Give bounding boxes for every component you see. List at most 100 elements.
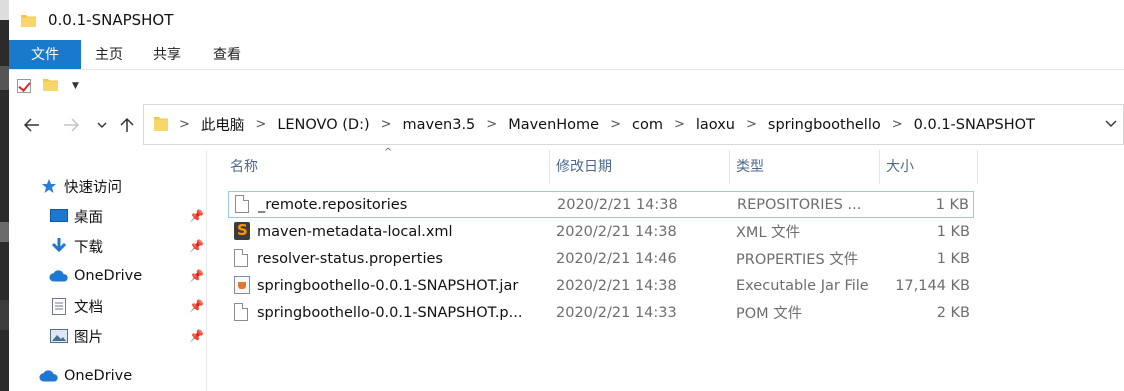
file-date: 2020/2/21 14:38 <box>556 223 677 240</box>
file-icon <box>234 249 250 268</box>
breadcrumb-mavenhome[interactable]: MavenHome <box>508 117 599 133</box>
back-arrow-icon[interactable] <box>21 112 43 138</box>
nav-item-label: 图片 <box>74 329 103 346</box>
breadcrumb-maven[interactable]: maven3.5 <box>403 117 476 133</box>
chevron-right-icon[interactable]: > <box>179 117 190 132</box>
file-date: 2020/2/21 14:38 <box>557 196 678 213</box>
tab-share[interactable]: 共享 <box>137 40 197 69</box>
customize-toolbar-dropdown-icon[interactable]: ▼ <box>72 81 79 91</box>
recent-locations-chevron-icon[interactable] <box>91 112 113 138</box>
breadcrumb-drive[interactable]: LENOVO (D:) <box>277 117 369 133</box>
navigation-bar: > 此电脑 > LENOVO (D:) > maven3.5 > MavenHo… <box>9 104 1124 146</box>
nav-item-pictures[interactable]: 图片 📌 <box>9 322 207 350</box>
pictures-icon <box>49 327 69 345</box>
quick-access-toolbar: ▼ <box>9 71 1124 101</box>
address-bar[interactable]: > 此电脑 > LENOVO (D:) > maven3.5 > MavenHo… <box>143 104 1124 145</box>
forward-arrow-icon[interactable] <box>60 112 82 138</box>
nav-item-label: 下载 <box>74 239 103 256</box>
file-size: 1 KB <box>936 250 970 267</box>
nav-item-label: 桌面 <box>74 209 103 226</box>
nav-item-label: 文档 <box>74 299 103 316</box>
folder-icon <box>21 14 36 27</box>
file-icon <box>234 303 250 322</box>
file-date: 2020/2/21 14:38 <box>556 277 677 294</box>
column-header-size[interactable]: 大小 <box>880 150 978 184</box>
breadcrumb-snapshot[interactable]: 0.0.1-SNAPSHOT <box>914 117 1035 133</box>
ribbon-tabs: 文件 主页 共享 查看 <box>9 40 1124 70</box>
pin-icon[interactable]: 📌 <box>189 269 204 283</box>
star-icon <box>39 177 59 195</box>
file-type: Executable Jar File <box>736 277 869 294</box>
pin-icon[interactable]: 📌 <box>189 239 204 253</box>
table-row[interactable]: springboothello-0.0.1-SNAPSHOT.p... 2020… <box>228 299 974 326</box>
download-icon <box>49 237 69 255</box>
documents-icon <box>49 297 69 315</box>
chevron-right-icon[interactable]: > <box>892 117 903 132</box>
nav-item-desktop[interactable]: 桌面 📌 <box>9 202 207 230</box>
folder-icon <box>154 115 168 135</box>
tab-view[interactable]: 查看 <box>197 40 257 69</box>
nav-item-label: 快速访问 <box>64 179 122 196</box>
column-headers: ^ 名称 修改日期 类型 大小 <box>208 147 988 184</box>
nav-item-onedrive[interactable]: OneDrive <box>9 362 207 390</box>
window-title: 0.0.1-SNAPSHOT <box>48 11 174 29</box>
tab-home[interactable]: 主页 <box>81 40 137 69</box>
file-size: 17,144 KB <box>895 277 970 294</box>
java-jar-icon <box>234 276 250 295</box>
chevron-right-icon[interactable]: > <box>255 117 266 132</box>
pin-icon[interactable]: 📌 <box>189 329 204 343</box>
table-row[interactable]: springboothello-0.0.1-SNAPSHOT.jar 2020/… <box>228 272 974 299</box>
file-explorer-window: 0.0.1-SNAPSHOT 文件 主页 共享 查看 ▼ > 此电脑 > LEN… <box>9 0 1124 391</box>
chevron-right-icon[interactable]: > <box>610 117 621 132</box>
file-type: PROPERTIES 文件 <box>736 252 859 268</box>
pin-icon[interactable]: 📌 <box>189 299 204 313</box>
nav-item-label: OneDrive <box>64 368 133 384</box>
breadcrumb-laoxu[interactable]: laoxu <box>696 117 735 133</box>
file-date: 2020/2/21 14:46 <box>556 250 677 267</box>
column-header-type[interactable]: 类型 <box>730 150 880 184</box>
nav-item-quick-access[interactable]: 快速访问 <box>9 172 207 200</box>
breadcrumb-this-pc[interactable]: 此电脑 <box>201 114 245 135</box>
desktop-icon <box>49 207 69 225</box>
breadcrumb-springboothello[interactable]: springboothello <box>768 117 881 133</box>
file-name: springboothello-0.0.1-SNAPSHOT.jar <box>257 277 519 294</box>
nav-item-label: OneDrive <box>74 268 143 284</box>
properties-check-icon[interactable] <box>17 79 31 93</box>
sublime-text-icon <box>234 221 250 241</box>
address-dropdown-chevron-icon[interactable] <box>1105 117 1117 132</box>
nav-item-onedrive-pinned[interactable]: OneDrive 📌 <box>9 262 207 290</box>
file-date: 2020/2/21 14:33 <box>556 304 677 321</box>
file-size: 1 KB <box>936 223 970 240</box>
file-type: XML 文件 <box>736 225 801 241</box>
cloud-icon <box>49 267 69 285</box>
breadcrumb: > 此电脑 > LENOVO (D:) > maven3.5 > MavenHo… <box>168 114 1035 135</box>
file-list: ^ 名称 修改日期 类型 大小 _remote.repositories 202… <box>208 147 1124 391</box>
file-size: 2 KB <box>936 304 970 321</box>
chevron-right-icon[interactable]: > <box>746 117 757 132</box>
pin-icon[interactable]: 📌 <box>189 209 204 223</box>
column-header-name[interactable]: 名称 <box>208 150 550 184</box>
up-arrow-icon[interactable] <box>116 112 138 138</box>
chevron-right-icon[interactable]: > <box>486 117 497 132</box>
cloud-icon <box>39 367 59 385</box>
tab-file[interactable]: 文件 <box>9 40 81 69</box>
breadcrumb-com[interactable]: com <box>632 117 663 133</box>
file-name: resolver-status.properties <box>257 250 443 267</box>
table-row[interactable]: _remote.repositories 2020/2/21 14:38 REP… <box>228 191 974 218</box>
file-size: 1 KB <box>935 196 969 213</box>
chevron-right-icon[interactable]: > <box>381 117 392 132</box>
file-type: POM 文件 <box>736 306 803 322</box>
chevron-right-icon[interactable]: > <box>674 117 685 132</box>
table-row[interactable]: resolver-status.properties 2020/2/21 14:… <box>228 245 974 272</box>
file-name: _remote.repositories <box>258 196 408 213</box>
new-folder-icon[interactable] <box>43 78 58 95</box>
nav-item-documents[interactable]: 文档 📌 <box>9 292 207 320</box>
nav-item-downloads[interactable]: 下载 📌 <box>9 232 207 260</box>
navigation-pane: 快速访问 桌面 📌 下载 📌 OneDrive 📌 文档 📌 图片 📌 OneD… <box>9 150 207 391</box>
column-header-date[interactable]: 修改日期 <box>550 150 730 184</box>
file-icon <box>235 195 251 214</box>
file-name: springboothello-0.0.1-SNAPSHOT.p... <box>257 304 523 321</box>
background-window-edge <box>0 0 9 391</box>
file-name: maven-metadata-local.xml <box>257 223 453 240</box>
table-row[interactable]: maven-metadata-local.xml 2020/2/21 14:38… <box>228 218 974 245</box>
